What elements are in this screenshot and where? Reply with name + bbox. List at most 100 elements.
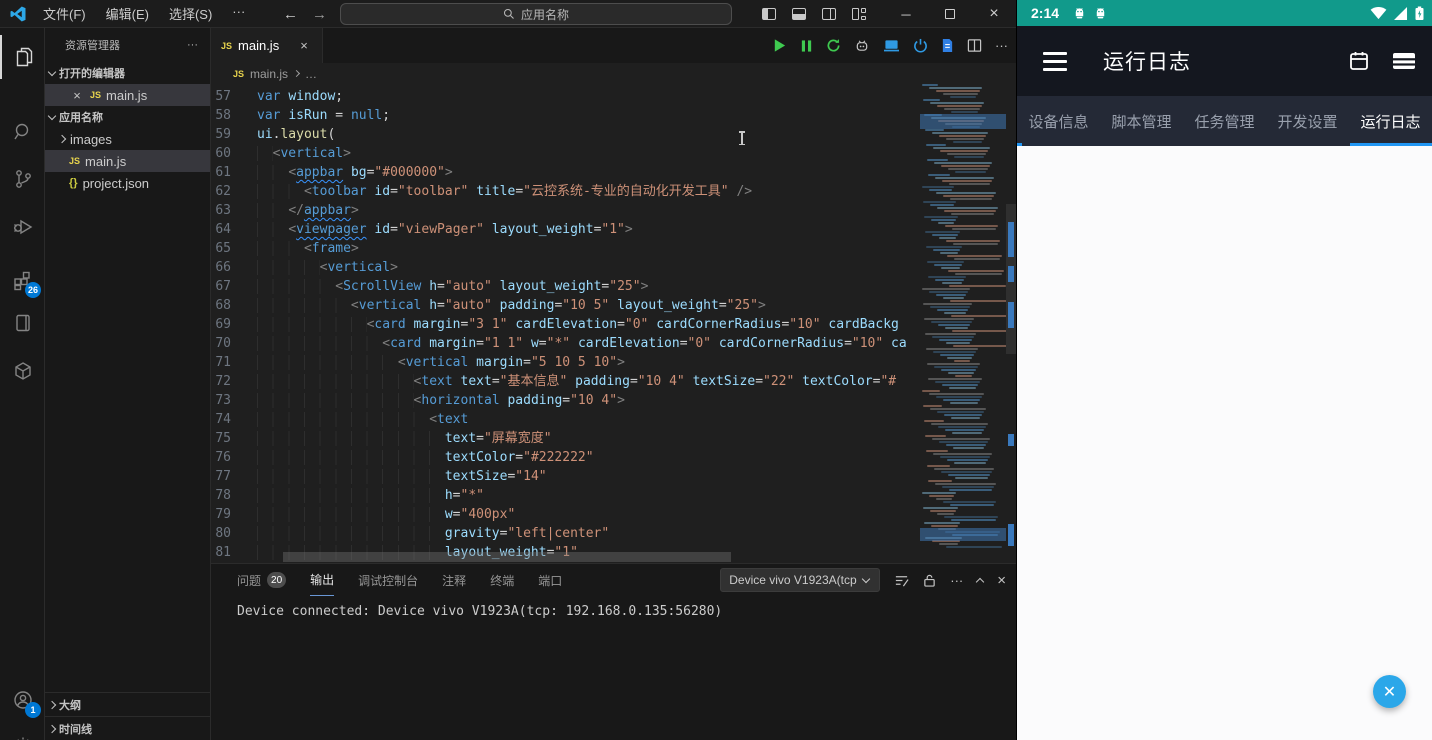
chevron-right-icon: [293, 70, 300, 77]
chevron-right-icon: [48, 724, 56, 732]
folder-section[interactable]: 应用名称: [45, 106, 210, 128]
explorer-actions-icon[interactable]: ···: [187, 39, 198, 51]
lock-icon[interactable]: [923, 573, 936, 588]
panel-more-icon[interactable]: ···: [950, 573, 963, 588]
customize-layout-icon[interactable]: [852, 8, 866, 20]
panel-tab-comments[interactable]: 注释: [442, 564, 466, 596]
screen-mirror-icon[interactable]: [883, 38, 900, 53]
view-list-icon[interactable]: [1392, 51, 1416, 71]
panel-tab-problems[interactable]: 问题 20: [237, 564, 286, 596]
code-line: 67 <ScrollView h="auto" layout_weight="2…: [211, 277, 920, 296]
minimap[interactable]: [920, 84, 1006, 563]
tab-device-info[interactable]: 设备信息: [1017, 96, 1100, 146]
history-nav: ← →: [283, 0, 327, 28]
code-lines[interactable]: 57var window;58var isRun = null;59ui.lay…: [211, 84, 920, 563]
code-line: 64 <viewpager id="viewPager" layout_weig…: [211, 220, 920, 239]
tab-task-management[interactable]: 任务管理: [1183, 96, 1266, 146]
tab-script-management[interactable]: 脚本管理: [1100, 96, 1183, 146]
android-notification-icon: [1073, 6, 1086, 20]
search-sidebar-icon[interactable]: [0, 110, 45, 154]
editor-actions: ···: [772, 28, 1008, 63]
breadcrumb[interactable]: JS main.js …: [211, 63, 1016, 84]
command-center-search[interactable]: 应用名称: [340, 3, 732, 25]
clear-output-icon[interactable]: [894, 573, 909, 588]
menu-select[interactable]: 选择(S): [161, 2, 220, 25]
code-line: 73 <horizontal padding="10 4">: [211, 391, 920, 410]
activity-bar: 26 1 1: [0, 28, 45, 740]
minimap-selection: [920, 528, 1006, 541]
toggle-panel-icon[interactable]: [792, 8, 806, 20]
code-line: 77 textSize="14": [211, 467, 920, 486]
battery-charging-icon: [1415, 6, 1424, 20]
panel-tab-terminal[interactable]: 终端: [490, 564, 514, 596]
source-control-icon[interactable]: [0, 157, 45, 201]
folder-images[interactable]: images: [45, 128, 210, 150]
tab-main-js[interactable]: JS main.js ×: [211, 28, 323, 63]
timeline-section[interactable]: 时间线: [45, 716, 210, 740]
signal-icon: [1394, 7, 1408, 20]
power-icon[interactable]: [913, 38, 928, 53]
explorer-title: 资源管理器: [65, 37, 120, 53]
accounts-badge: 1: [25, 702, 41, 718]
file-main-js[interactable]: JS main.js: [45, 150, 210, 172]
notebook-icon[interactable]: [0, 301, 45, 345]
panel-tab-ports[interactable]: 端口: [538, 564, 562, 596]
menu-file[interactable]: 文件(F): [35, 2, 94, 25]
pause-icon[interactable]: [800, 39, 813, 53]
robot-icon[interactable]: [854, 38, 870, 53]
file-project-json[interactable]: {} project.json: [45, 172, 210, 194]
screen: 文件(F) 编辑(E) 选择(S) ··· ← → 应用名称: [0, 0, 1432, 740]
code-line: 78 h="*": [211, 486, 920, 505]
restart-icon[interactable]: [826, 38, 841, 53]
open-editor-main-js[interactable]: × JS main.js: [45, 84, 210, 106]
run-debug-icon[interactable]: [0, 205, 45, 249]
more-actions-icon[interactable]: ···: [995, 38, 1008, 53]
tab-run-log[interactable]: 运行日志: [1349, 96, 1432, 146]
split-editor-icon[interactable]: [967, 38, 982, 53]
panel-tab-debug-console[interactable]: 调试控制台: [358, 564, 418, 596]
horizontal-scrollbar[interactable]: [283, 552, 731, 562]
close-panel-icon[interactable]: ×: [997, 572, 1006, 589]
close-tab-icon[interactable]: ×: [296, 38, 312, 53]
hamburger-menu-icon[interactable]: [1043, 52, 1067, 71]
explorer-icon[interactable]: [0, 35, 45, 79]
output-channel-dropdown[interactable]: Device vivo V1923A(tcp: [720, 568, 880, 592]
code-line: 70 <card margin="1 1" w="*" cardElevatio…: [211, 334, 920, 353]
panel-tab-output[interactable]: 输出: [310, 564, 334, 596]
code-line: 61 <appbar bg="#000000">: [211, 163, 920, 182]
close-button[interactable]: ×: [972, 0, 1016, 28]
calendar-icon[interactable]: [1348, 50, 1370, 72]
back-icon[interactable]: ←: [283, 6, 298, 23]
maximize-panel-icon[interactable]: [977, 576, 983, 585]
fab-close-button[interactable]: ✕: [1373, 675, 1406, 708]
forward-icon[interactable]: →: [312, 6, 327, 23]
json-file-icon: {}: [69, 177, 78, 189]
toggle-sidebar-icon[interactable]: [762, 8, 776, 20]
chevron-down-icon: [48, 67, 56, 75]
titlebar: 文件(F) 编辑(E) 选择(S) ··· ← → 应用名称: [0, 0, 1016, 28]
code-line: 60 <vertical>: [211, 144, 920, 163]
run-log-content: [1017, 146, 1432, 740]
menu-edit[interactable]: 编辑(E): [98, 2, 157, 25]
run-icon[interactable]: [772, 38, 787, 53]
outline-section[interactable]: 大纲: [45, 692, 210, 716]
minimize-button[interactable]: ─: [884, 0, 928, 28]
js-file-icon: JS: [90, 90, 101, 100]
minimap-selection: [920, 114, 1006, 129]
settings-gear-icon[interactable]: 1: [0, 723, 45, 740]
tab-dev-settings[interactable]: 开发设置: [1266, 96, 1349, 146]
code-line: 57var window;: [211, 87, 920, 106]
accounts-icon[interactable]: 1: [0, 678, 45, 722]
close-editor-icon[interactable]: ×: [69, 88, 85, 103]
toggle-secondary-sidebar-icon[interactable]: [822, 8, 836, 20]
extensions-icon[interactable]: 26: [0, 258, 45, 302]
wifi-icon: [1370, 7, 1387, 20]
open-editors-section[interactable]: 打开的编辑器: [45, 62, 210, 84]
document-icon[interactable]: [941, 38, 954, 53]
code-line: 65 <frame>: [211, 239, 920, 258]
package-icon[interactable]: [0, 349, 45, 393]
js-file-icon: JS: [233, 69, 244, 79]
code-line: 58var isRun = null;: [211, 106, 920, 125]
menu-more[interactable]: ···: [224, 2, 253, 25]
maximize-button[interactable]: [928, 0, 972, 28]
